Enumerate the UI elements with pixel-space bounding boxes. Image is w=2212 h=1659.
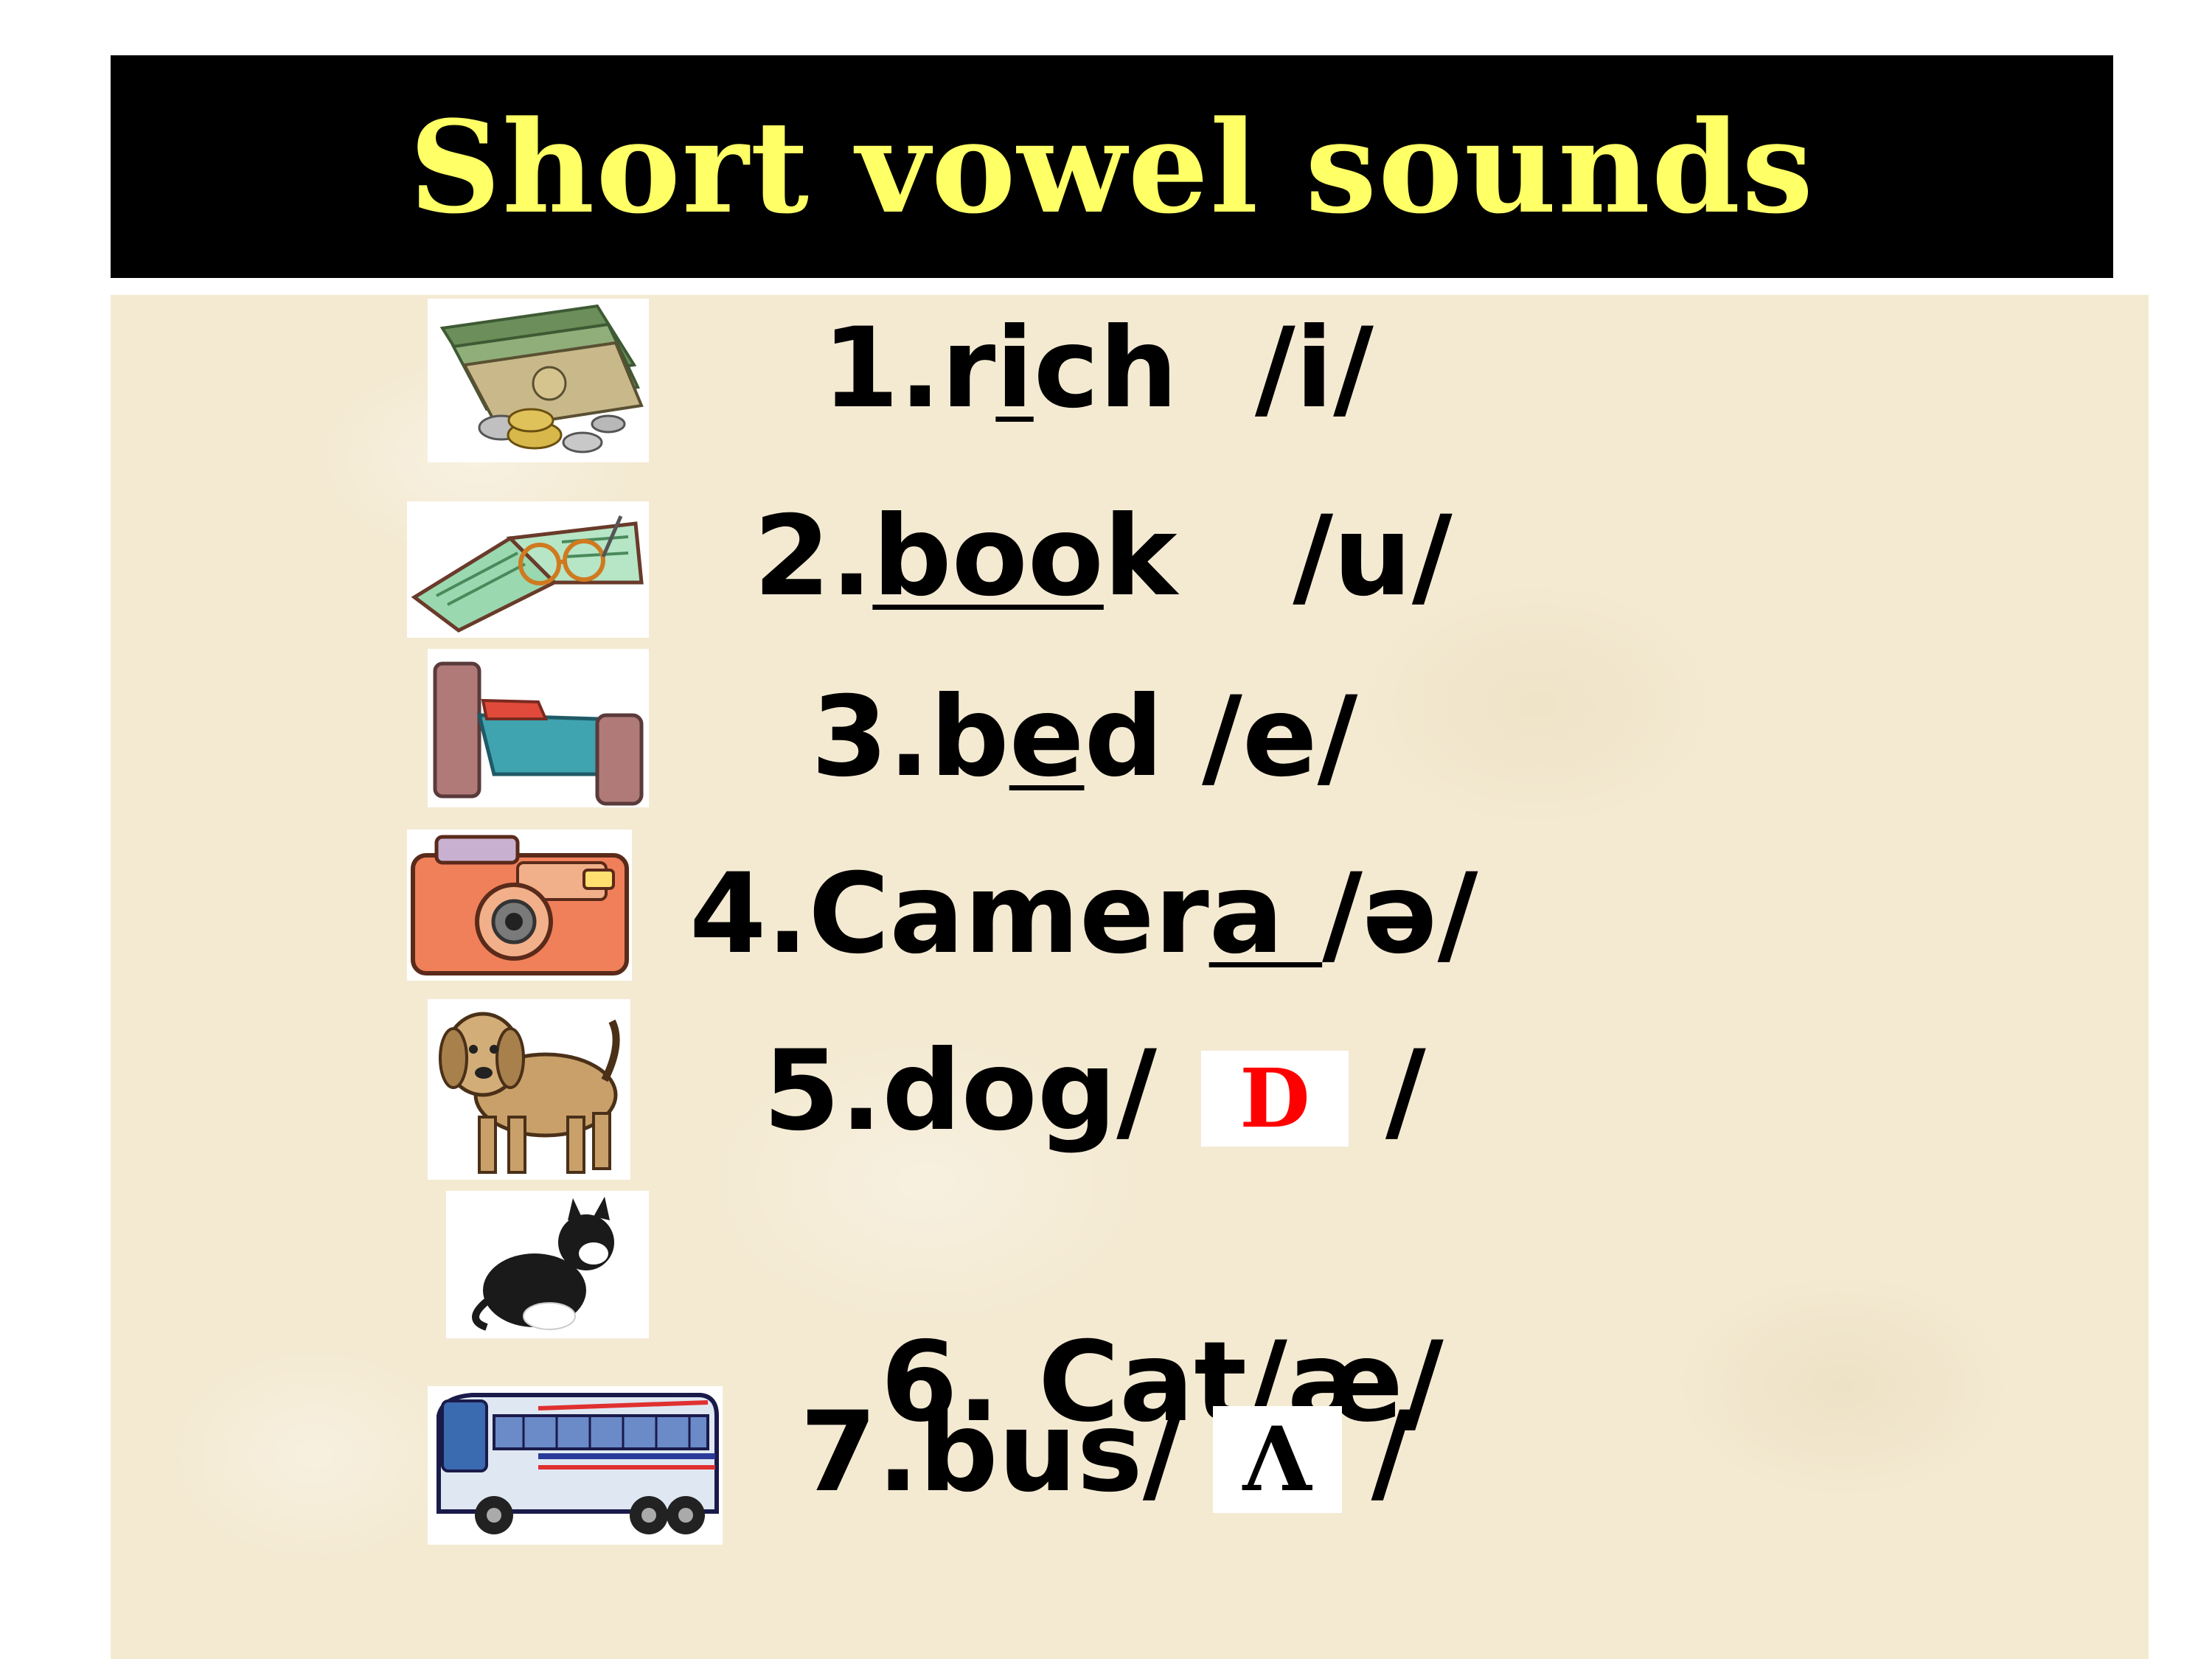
camera-icon [407,830,632,981]
word-part: dog/ [882,1027,1157,1155]
dog-icon [428,999,630,1180]
vowel-underlined: e [1009,673,1085,801]
item-number: 4. [689,850,809,978]
ipa-close: / [1385,1027,1426,1155]
vowel-underlined: boo [872,493,1104,621]
item-book: 2.book /u/ [754,501,1453,612]
ipa-symbol: /i/ [1254,305,1374,433]
item-number: 5. [763,1027,883,1155]
word-part: Camer [808,850,1209,978]
book-with-glasses-icon [407,501,649,638]
bed-icon [428,649,649,807]
item-number: 3. [811,673,931,801]
word-part: ch [1033,305,1178,433]
item-bed: 3.bed /e/ [811,682,1357,793]
word-part: b [930,673,1009,801]
word-part: d [1084,673,1164,801]
ipa-symbol: /e/ [1202,673,1358,801]
item-number: 7. [800,1388,919,1517]
word-part: bus/ [919,1388,1183,1517]
word-part: r [941,305,996,433]
item-rich: 1.rich /i/ [822,313,1374,424]
title-bar: Short vowel sounds [111,55,2113,278]
ipa-close: / [1371,1388,1412,1517]
item-camera: 4.Camera /ə/ [689,859,1478,970]
page-title: Short vowel sounds [408,91,1815,242]
vowel-underlined: i [995,305,1034,433]
item-number: 2. [754,493,873,621]
item-number: 1. [822,305,942,433]
cat-icon [446,1191,649,1338]
item-bus: 7.bus/Λ / [800,1397,1411,1514]
word-part: k [1103,493,1178,621]
ipa-symbol: /u/ [1293,493,1453,621]
bus-icon [428,1386,723,1545]
money-icon [428,299,649,462]
phonetic-symbol-box: Λ [1212,1406,1342,1514]
item-dog: 5.dog/D / [763,1036,1426,1147]
ipa-symbol: /ə/ [1322,850,1478,978]
phonetic-symbol-box: D [1200,1050,1349,1147]
vowel-underlined: a [1208,850,1323,978]
